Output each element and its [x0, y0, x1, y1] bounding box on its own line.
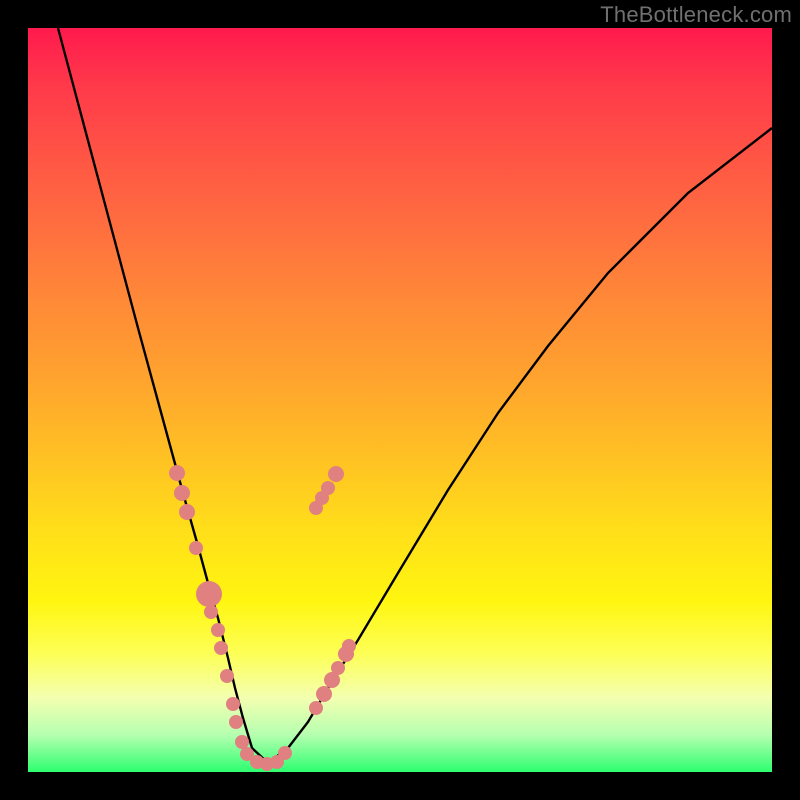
watermark-text: TheBottleneck.com: [600, 2, 792, 28]
chart-frame: [0, 0, 800, 800]
